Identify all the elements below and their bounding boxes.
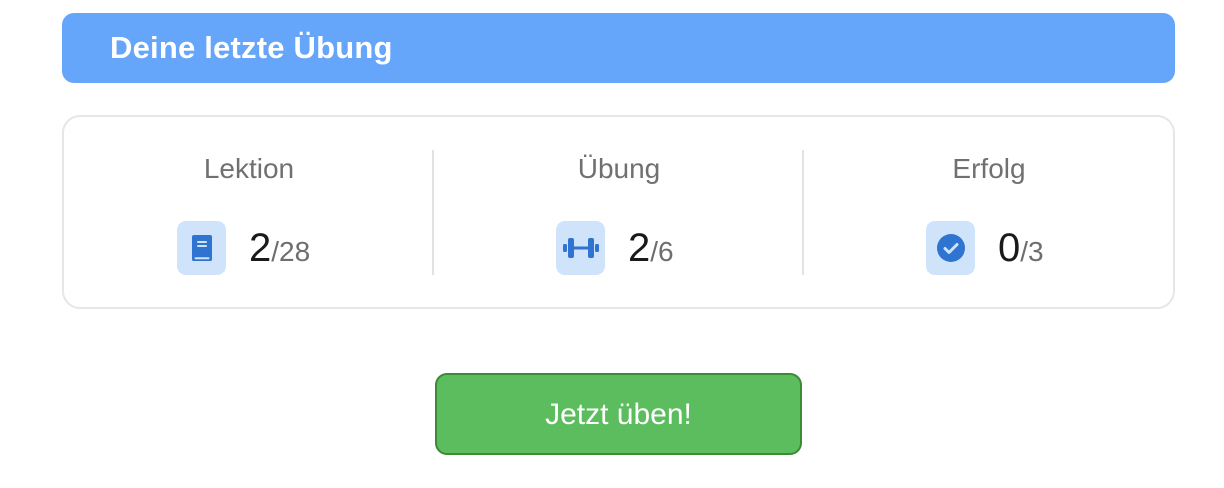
dumbbell-icon: [556, 221, 605, 275]
stat-total: /3: [1020, 236, 1044, 267]
stat-label: Lektion: [203, 153, 295, 184]
stat-total: /28: [271, 236, 311, 267]
stat-label: Erfolg: [952, 153, 1026, 184]
stat-success: Erfolg 0 /3: [804, 117, 1174, 307]
stat-label: Übung: [577, 153, 661, 184]
stat-value-row: 2 /28: [177, 221, 310, 275]
book-icon: [177, 221, 226, 275]
stat-exercise: Übung 2 /6: [434, 117, 804, 307]
progress-card: Lektion 2 /28 Übung 2 /6 Erfolg 0 /3: [62, 115, 1175, 309]
stat-value-row: 0 /3: [926, 221, 1044, 275]
header-title: Deine letzte Übung: [110, 30, 393, 65]
stat-value: 2: [249, 226, 272, 270]
stat-value: 2: [628, 226, 651, 270]
stat-value: 0: [998, 226, 1021, 270]
stat-value-row: 2 /6: [556, 221, 674, 275]
stat-total: /6: [650, 236, 674, 267]
practice-now-button[interactable]: Jetzt üben!: [435, 373, 802, 455]
last-exercise-header: Deine letzte Übung: [62, 13, 1175, 83]
check-circle-icon: [926, 221, 975, 275]
stat-lesson: Lektion 2 /28: [64, 117, 434, 307]
